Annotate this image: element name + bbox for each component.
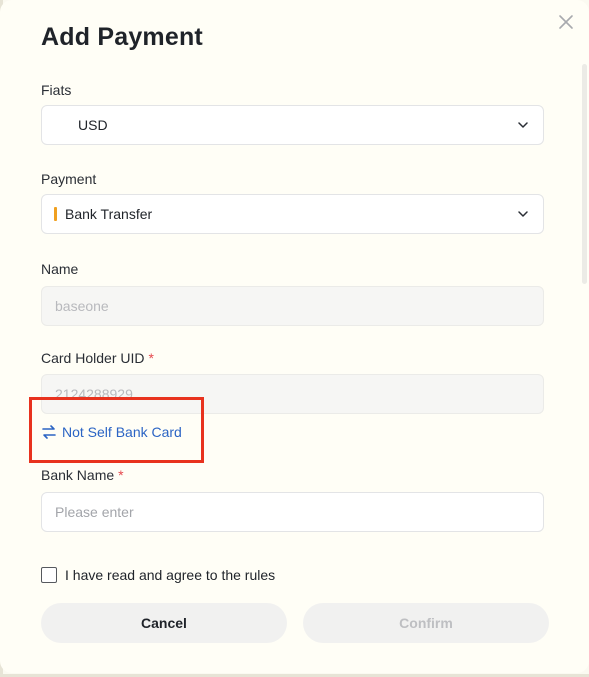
chevron-down-icon xyxy=(518,122,528,128)
bank-name-placeholder: Please enter xyxy=(55,504,134,520)
payment-select[interactable]: Bank Transfer xyxy=(41,194,544,234)
bank-name-label: Bank Name * xyxy=(41,467,124,483)
cancel-button[interactable]: Cancel xyxy=(41,603,287,643)
confirm-button-label: Confirm xyxy=(399,615,453,631)
payment-label: Payment xyxy=(41,171,97,187)
fiats-label: Fiats xyxy=(41,82,72,98)
card-holder-label-text: Card Holder UID xyxy=(41,350,145,366)
required-mark: * xyxy=(148,350,154,366)
name-label: Name xyxy=(41,261,79,277)
not-self-bank-card-label: Not Self Bank Card xyxy=(62,424,182,440)
agree-label[interactable]: I have read and agree to the rules xyxy=(65,567,275,583)
payment-value: Bank Transfer xyxy=(65,206,153,222)
bank-name-label-text: Bank Name xyxy=(41,467,115,483)
close-icon[interactable] xyxy=(555,11,577,33)
add-payment-modal: Add Payment Fiats USD Payment Bank Trans… xyxy=(0,0,589,673)
chevron-down-icon xyxy=(518,211,528,217)
scrollbar[interactable] xyxy=(582,64,587,284)
required-mark: * xyxy=(118,467,124,483)
not-self-bank-card-link[interactable]: Not Self Bank Card xyxy=(41,424,182,440)
name-field: baseone xyxy=(41,286,544,326)
fiats-select[interactable]: USD xyxy=(41,105,544,145)
card-holder-label: Card Holder UID * xyxy=(41,350,154,366)
swap-icon xyxy=(42,425,56,439)
bank-name-input[interactable]: Please enter xyxy=(41,492,544,532)
confirm-button[interactable]: Confirm xyxy=(303,603,549,643)
name-value: baseone xyxy=(55,298,109,314)
payment-accent-bar xyxy=(54,207,57,221)
modal-title: Add Payment xyxy=(41,23,203,51)
agree-checkbox[interactable] xyxy=(41,567,57,583)
fiats-value: USD xyxy=(78,117,108,133)
cancel-button-label: Cancel xyxy=(141,615,187,631)
